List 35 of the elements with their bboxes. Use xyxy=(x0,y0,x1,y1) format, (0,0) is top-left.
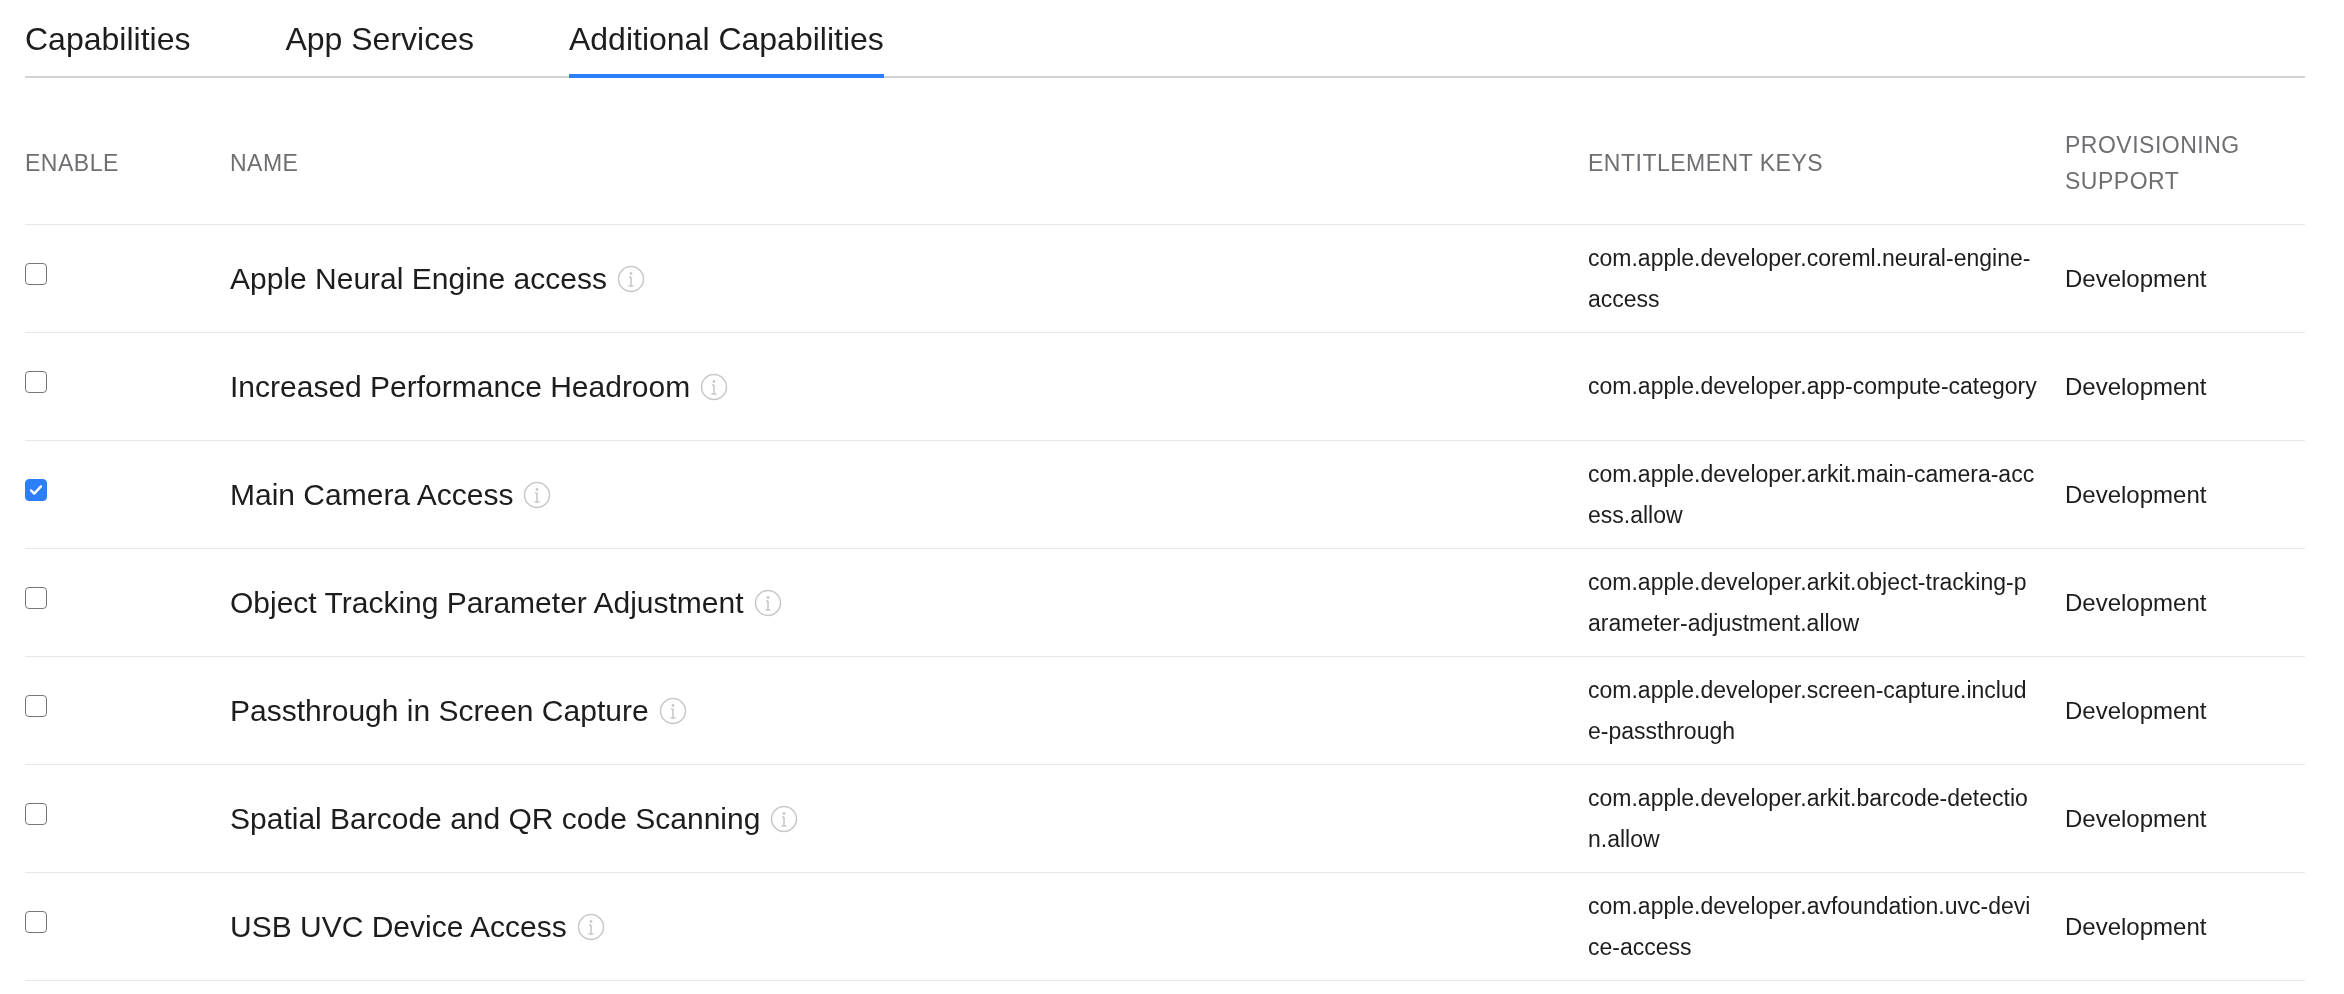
checkbox[interactable] xyxy=(25,371,47,393)
capability-name: Apple Neural Engine access xyxy=(230,261,607,296)
column-header: PROVISIONING SUPPORT xyxy=(2065,130,2241,196)
tab[interactable]: App Services xyxy=(285,21,474,78)
capability-name: Passthrough in Screen Capture xyxy=(230,693,649,728)
provisioning-support: Development xyxy=(2065,804,2207,832)
entitlement-key: com.apple.developer.arkit.main-camera-access.allow xyxy=(1588,453,2038,536)
column-header: ENTITLEMENT KEYS xyxy=(1588,148,1825,178)
provisioning-support: Development xyxy=(2065,372,2207,400)
capability-name: Increased Performance Headroom xyxy=(230,369,691,404)
capability-name: Main Camera Access xyxy=(230,477,514,512)
column-header: ENABLE xyxy=(25,148,120,178)
capability-name: Object Tracking Parameter Adjustment xyxy=(230,585,744,620)
column-header: NAME xyxy=(230,148,300,178)
checkbox[interactable] xyxy=(25,695,47,717)
checkbox[interactable] xyxy=(25,479,47,501)
provisioning-support: Development xyxy=(2065,696,2207,724)
checkbox[interactable] xyxy=(25,587,47,609)
capability-name: Spatial Barcode and QR code Scanning xyxy=(230,801,761,836)
provisioning-support: Development xyxy=(2065,912,2207,940)
checkbox[interactable] xyxy=(25,803,47,825)
entitlement-key: com.apple.developer.app-compute-category xyxy=(1588,366,2038,407)
entitlement-key: com.apple.developer.arkit.barcode-detection.allow xyxy=(1588,777,2038,860)
tab[interactable]: Capabilities xyxy=(25,21,191,78)
provisioning-support: Development xyxy=(2065,264,2207,292)
entitlement-key: com.apple.developer.screen-capture.include-passthrough xyxy=(1588,669,2038,752)
tab[interactable]: Additional Capabilities xyxy=(568,21,884,78)
checkbox[interactable] xyxy=(25,911,47,933)
entitlement-key: com.apple.developer.arkit.object-tracking-parameter-adjustment.allow xyxy=(1588,561,2038,644)
provisioning-support: Development xyxy=(2065,588,2207,616)
provisioning-support: Development xyxy=(2065,480,2207,508)
entitlement-key: com.apple.developer.coreml.neural-engine-access xyxy=(1588,237,2038,320)
capability-name: USB UVC Device Access xyxy=(230,909,567,944)
checkbox[interactable] xyxy=(25,263,47,285)
entitlement-key: com.apple.developer.avfoundation.uvc-device-access xyxy=(1588,885,2038,968)
